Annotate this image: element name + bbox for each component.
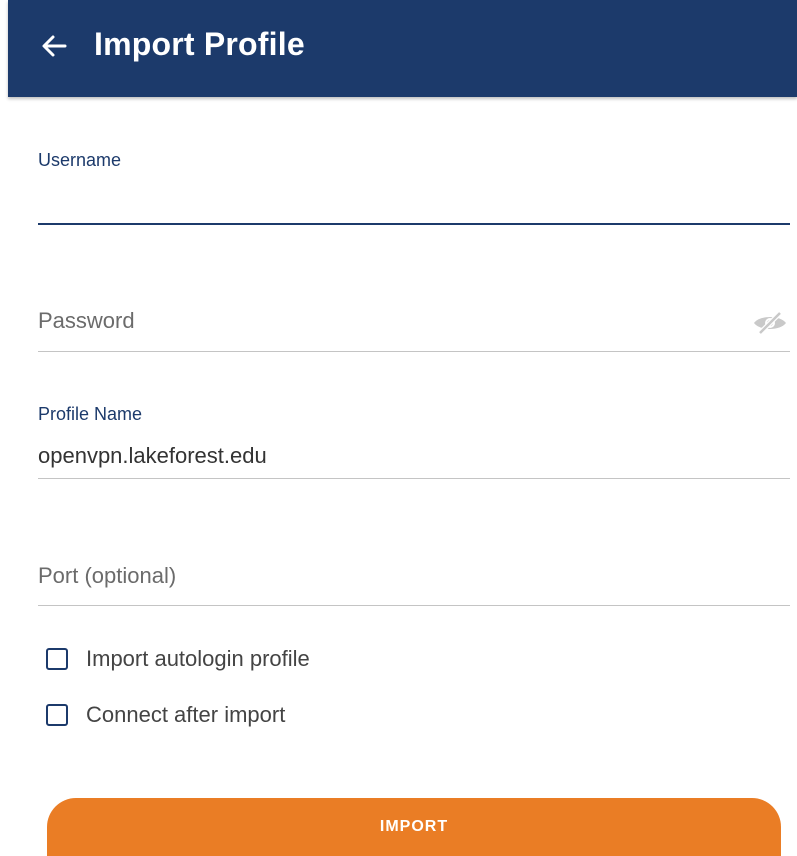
left-edge: [0, 0, 8, 856]
connect-after-import-label: Connect after import: [86, 702, 286, 727]
app-bar: Import Profile: [8, 0, 797, 97]
password-visibility-toggle[interactable]: [750, 310, 790, 340]
import-autologin-option[interactable]: Import autologin profile: [46, 644, 310, 674]
eye-slash-icon: [752, 310, 788, 339]
username-label: Username: [38, 150, 122, 170]
password-underline: [38, 351, 790, 352]
back-button[interactable]: [36, 28, 72, 64]
profile-name-field: Profile Name: [38, 402, 790, 482]
profile-name-label: Profile Name: [38, 404, 143, 424]
profile-name-input[interactable]: [38, 440, 738, 472]
port-input[interactable]: [38, 561, 738, 593]
username-underline: [38, 223, 790, 225]
import-button[interactable]: IMPORT: [47, 798, 781, 856]
import-button-label: IMPORT: [379, 818, 449, 835]
username-field: Username: [38, 148, 790, 228]
arrow-left-icon: [41, 34, 67, 58]
password-field: Password: [38, 300, 790, 355]
connect-after-import-option[interactable]: Connect after import: [46, 700, 285, 730]
import-profile-page: Import Profile Username Password Profile: [0, 0, 797, 856]
import-autologin-label: Import autologin profile: [86, 646, 310, 671]
import-autologin-checkbox[interactable]: [46, 648, 68, 670]
profile-name-underline: [38, 478, 790, 479]
password-input[interactable]: [38, 306, 738, 338]
username-input[interactable]: [38, 186, 738, 220]
page-title: Import Profile: [94, 26, 305, 62]
port-field: Port (optional): [38, 555, 790, 610]
connect-after-import-checkbox[interactable]: [46, 704, 68, 726]
port-underline: [38, 605, 790, 606]
